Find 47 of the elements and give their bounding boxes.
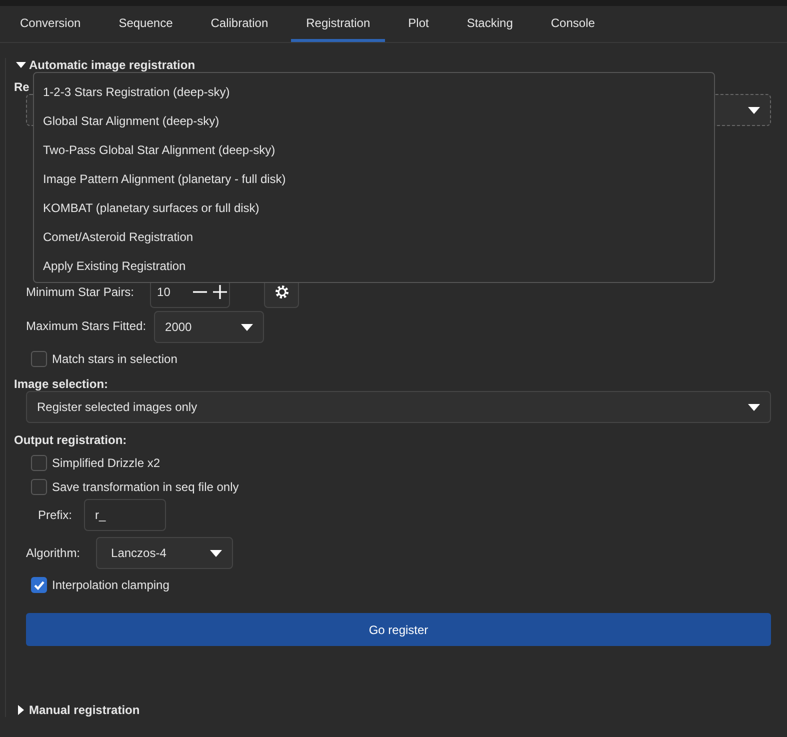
checkbox-square[interactable] [31, 455, 47, 471]
caret-icon [210, 550, 222, 556]
tab[interactable]: Calibration [196, 6, 284, 42]
plus-icon[interactable] [213, 285, 228, 299]
field-label: Re [14, 80, 30, 94]
menu-item[interactable]: 1-2-3 Stars Registration (deep-sky) [34, 78, 714, 107]
caret-icon [241, 324, 254, 330]
settings-icon [274, 284, 290, 300]
tab[interactable]: Conversion [5, 6, 96, 42]
checkbox[interactable]: Interpolation clamping [31, 577, 771, 593]
menu-item[interactable]: Global Star Alignment (deep-sky) [34, 107, 714, 136]
menu-item[interactable]: Comet/Asteroid Registration [34, 223, 714, 252]
section-title: Image selection: [14, 377, 110, 391]
go-register-button[interactable]: Go register [26, 613, 771, 646]
field-label: Maximum Stars Fitted: [26, 319, 146, 333]
checkbox-square[interactable] [31, 577, 47, 593]
checkbox[interactable]: Save transformation in seq file only [31, 479, 771, 495]
tab[interactable]: Console [536, 6, 610, 42]
checkbox-square[interactable] [31, 479, 47, 495]
menu-item[interactable]: Image Pattern Alignment (planetary - full disk) [34, 165, 714, 194]
caret-icon [748, 404, 760, 410]
dropdown[interactable]: Register selected images only [26, 391, 771, 423]
checkbox[interactable]: Simplified Drizzle x2 [31, 455, 771, 471]
menu-item[interactable]: Two-Pass Global Star Alignment (deep-sky) [34, 136, 714, 165]
collapsed-triangle-icon[interactable] [16, 705, 26, 715]
tab[interactable]: Stacking [452, 6, 528, 42]
checkbox-square[interactable] [31, 351, 47, 367]
section-title: Manual registration [29, 703, 140, 717]
tab[interactable]: Plot [393, 6, 444, 42]
field-label: Prefix: [38, 508, 72, 522]
checkbox-label: Interpolation clamping [52, 578, 170, 592]
field-label: Algorithm: [26, 546, 80, 560]
checkbox-label: Save transformation in seq file only [52, 480, 239, 494]
field-label: Minimum Star Pairs: [26, 285, 134, 299]
tab[interactable]: Registration [291, 6, 386, 42]
caret-icon [748, 106, 760, 114]
tab[interactable]: Sequence [104, 6, 188, 42]
section-title: Automatic image registration [29, 58, 196, 72]
checkbox-label: Simplified Drizzle x2 [52, 456, 160, 470]
section-title: Output registration: [14, 433, 128, 447]
checkbox[interactable]: Match stars in selection [31, 351, 771, 367]
expanded-triangle-icon[interactable] [16, 60, 26, 70]
checkbox-label: Match stars in selection [52, 352, 178, 366]
dropdown[interactable]: 2000 [154, 311, 264, 343]
dropdown[interactable]: Lanczos-4 [96, 537, 234, 569]
menu-item[interactable]: KOMBAT (planetary surfaces or full disk) [34, 194, 714, 223]
input-field[interactable]: r_ [84, 499, 166, 531]
